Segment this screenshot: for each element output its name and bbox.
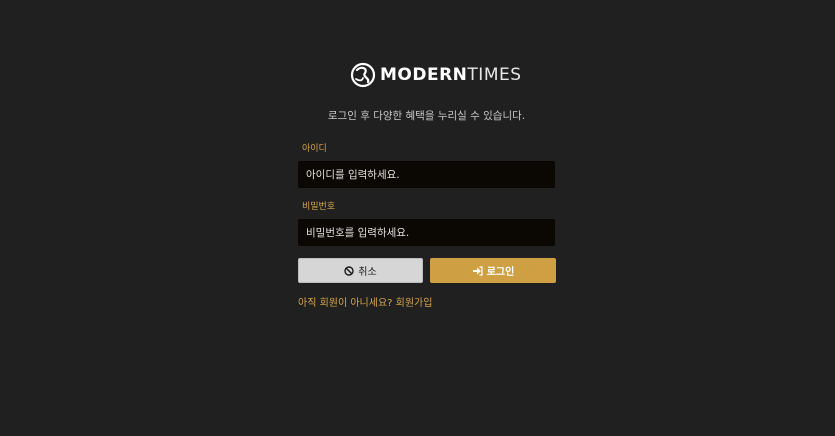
login-page: MODERNTIMES 로그인 후 다양한 혜택을 누리실 수 있습니다. 아이… (0, 0, 835, 436)
brand-name-light: TIMES (467, 65, 522, 85)
brand-name-bold: MODERN (380, 65, 468, 85)
login-subtitle: 로그인 후 다양한 혜택을 누리실 수 있습니다. (327, 110, 526, 122)
id-label: 아이디 (302, 144, 327, 154)
cancel-button-label: 취소 (358, 267, 377, 278)
cancel-button[interactable]: 취소 (298, 258, 423, 283)
password-input[interactable] (298, 219, 555, 246)
sign-in-icon (472, 265, 483, 276)
login-button-label: 로그인 (486, 267, 515, 278)
modern-times-logo-icon (350, 62, 376, 88)
password-label: 비밀번호 (302, 202, 336, 212)
login-button[interactable]: 로그인 (430, 258, 556, 283)
ban-icon (344, 265, 354, 276)
brand-name: MODERNTIMES (380, 61, 522, 89)
signup-link[interactable]: 아직 회원이 아니세요? 회원가입 (298, 297, 432, 311)
brand-logo[interactable]: MODERNTIMES (350, 60, 522, 90)
id-input[interactable] (298, 161, 555, 188)
